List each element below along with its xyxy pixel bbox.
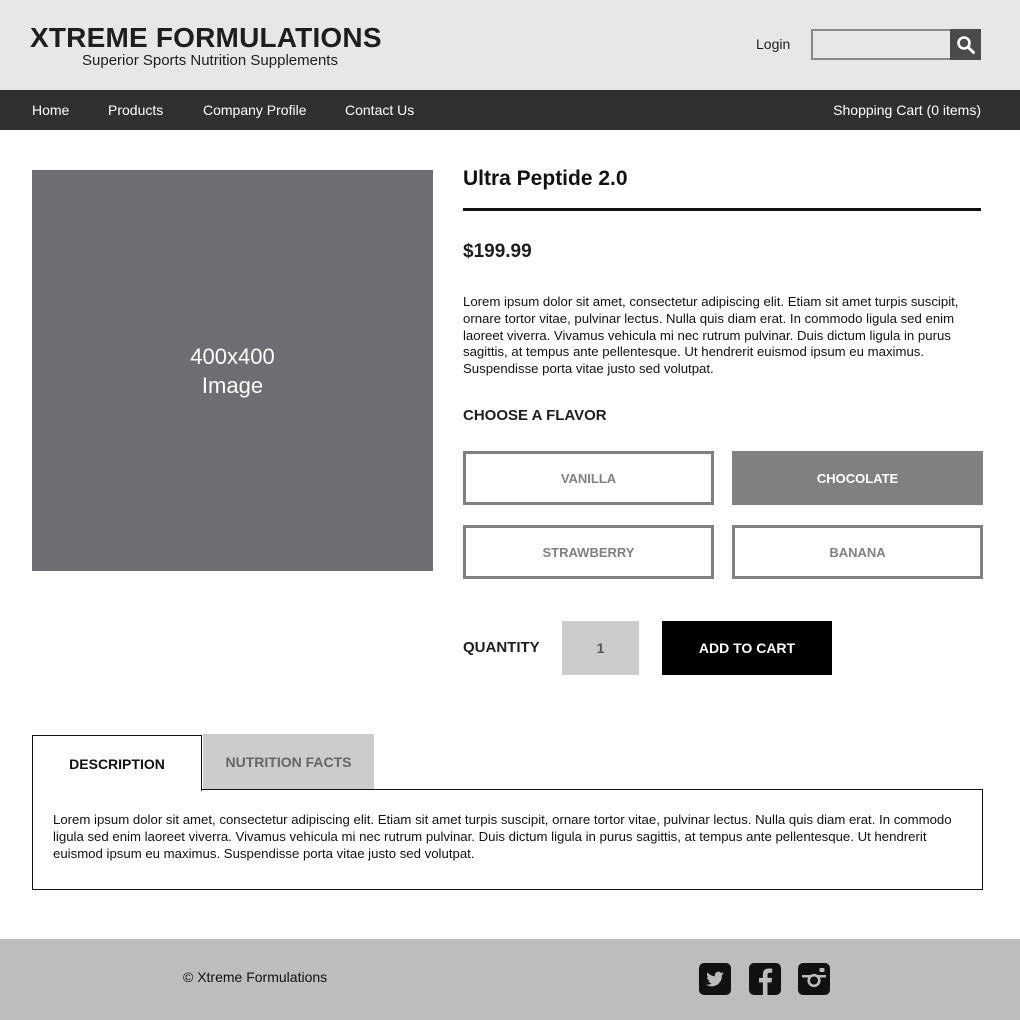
add-to-cart-button[interactable]: ADD TO CART [662,621,832,675]
flavor-option-banana[interactable]: BANANA [732,525,983,579]
flavor-option-chocolate[interactable]: CHOCOLATE [732,451,983,505]
product-summary: Lorem ipsum dolor sit amet, consectetur … [463,294,959,377]
product-price: $199.99 [463,241,532,262]
shopping-cart-link[interactable]: Shopping Cart (0 items) [833,102,981,118]
search-icon [956,35,975,54]
quantity-input[interactable] [562,621,639,675]
site-footer: © Xtreme Formulations [0,939,1020,1020]
flavor-heading: CHOOSE A FLAVOR [463,407,607,424]
logo-subtitle: Superior Sports Nutrition Supplements [82,52,338,69]
flavor-option-vanilla[interactable]: VANILLA [463,451,714,505]
image-placeholder-size: 400x400 [190,343,275,369]
product-image: 400x400 Image [32,170,433,571]
tab-description[interactable]: DESCRIPTION [32,735,202,791]
login-link[interactable]: Login [756,36,790,52]
nav-item-contact-us[interactable]: Contact Us [345,102,414,118]
image-placeholder-label: Image [201,372,264,398]
search-input[interactable] [811,29,952,60]
facebook-icon[interactable] [749,963,781,995]
nav-item-products[interactable]: Products [108,102,163,118]
flavor-option-strawberry[interactable]: STRAWBERRY [463,525,714,579]
search-button[interactable] [950,29,981,60]
nav-item-company-profile[interactable]: Company Profile [203,102,307,118]
tab-nutrition-facts[interactable]: NUTRITION FACTS [203,734,374,789]
site-header: XTREME FORMULATIONS Superior Sports Nutr… [0,0,1020,90]
logo-title[interactable]: XTREME FORMULATIONS [30,22,382,54]
quantity-label: QUANTITY [463,639,540,656]
main-nav: Home Products Company Profile Contact Us… [0,90,1020,130]
title-divider [463,208,981,211]
twitter-icon[interactable] [699,963,731,995]
description-text: Lorem ipsum dolor sit amet, consectetur … [53,812,952,861]
instagram-icon[interactable] [798,963,830,995]
nav-item-home[interactable]: Home [32,102,69,118]
copyright-text: © Xtreme Formulations [183,969,328,985]
product-title: Ultra Peptide 2.0 [463,167,628,190]
